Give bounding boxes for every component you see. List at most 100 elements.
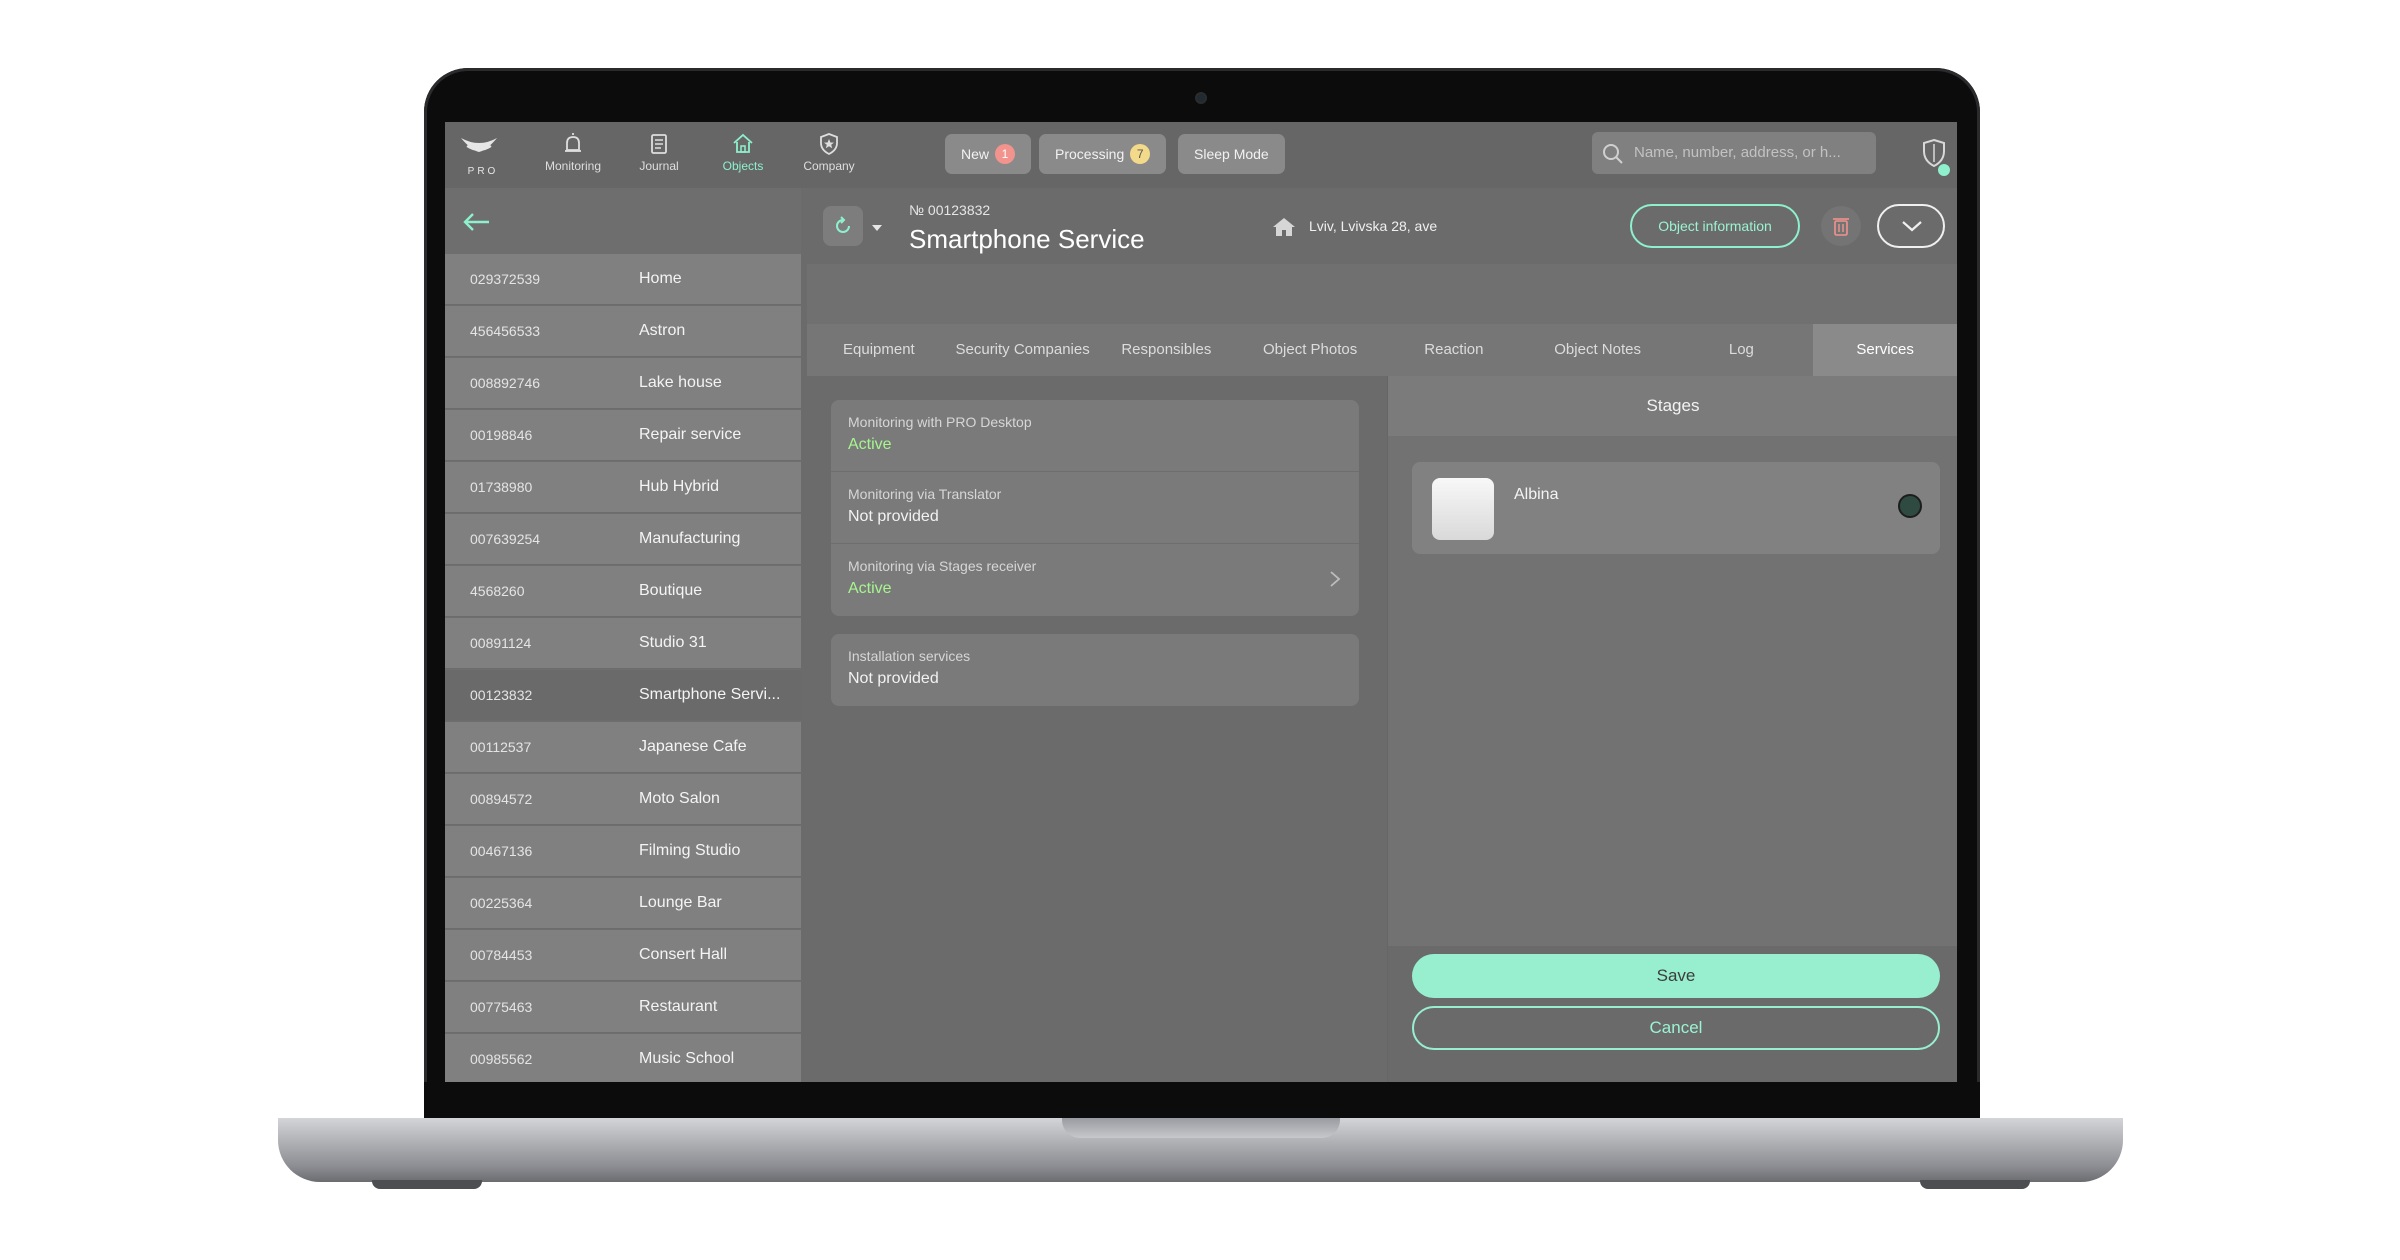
object-number: 00123832 [470, 687, 533, 703]
object-name: Repair service [639, 426, 742, 443]
tab-services[interactable]: Services [1813, 324, 1957, 376]
header-spacer [807, 264, 1957, 324]
object-number: 00894572 [470, 791, 533, 807]
installation-services-card[interactable]: Installation services Not provided [831, 634, 1359, 706]
object-title: Smartphone Service [909, 224, 1145, 254]
house-icon [1273, 218, 1295, 236]
tab-responsibles[interactable]: Responsibles [1095, 324, 1239, 376]
back-arrow-icon[interactable] [461, 210, 491, 234]
object-list-item[interactable]: 00894572 Moto Salon [445, 774, 801, 825]
installation-services-value: Not provided [848, 670, 939, 687]
service-status: Not provided [848, 508, 939, 525]
service-status: Active [848, 580, 892, 597]
object-number: 00985562 [470, 1051, 533, 1067]
bell-icon [565, 133, 581, 152]
object-name: Lounge Bar [639, 894, 722, 911]
tab-reaction[interactable]: Reaction [1382, 324, 1526, 376]
caret-down-icon[interactable] [871, 224, 883, 232]
object-list-item[interactable]: 00784453 Consert Hall [445, 930, 801, 981]
object-number: 00467136 [470, 843, 533, 859]
search-input[interactable]: Name, number, address, or h... [1634, 144, 1841, 161]
delete-button[interactable] [1821, 206, 1861, 246]
camera-icon [1195, 92, 1207, 104]
object-name: Filming Studio [639, 842, 741, 859]
stages-receiver-device-image [1432, 478, 1494, 540]
object-number: 456456533 [470, 323, 541, 339]
processing-filter-pill[interactable]: Processing 7 [1039, 134, 1167, 174]
object-name: Moto Salon [639, 790, 720, 807]
object-number: 00225364 [470, 895, 533, 911]
monitoring-service-row[interactable]: Monitoring via Translator Not provided [831, 472, 1359, 544]
object-number: 007639254 [470, 531, 541, 547]
object-list-item[interactable]: 00123832 Smartphone Servi... [445, 670, 801, 721]
app-logo[interactable]: PRO [457, 130, 501, 180]
object-number: № 00123832 [909, 202, 991, 218]
stage-radio-button[interactable] [1898, 494, 1922, 518]
refresh-button[interactable] [823, 206, 863, 246]
object-list-item[interactable]: 456456533 Astron [445, 306, 801, 357]
sleep-mode-pill[interactable]: Sleep Mode [1178, 134, 1285, 174]
object-tabs: Equipment Security Companies Responsibles O… [807, 324, 1957, 376]
object-number: 029372539 [470, 271, 541, 287]
sidebar-header [445, 188, 801, 254]
object-list-item[interactable]: 00891124 Studio 31 [445, 618, 801, 669]
screen-bezel [424, 1082, 1980, 1118]
object-list-item[interactable]: 01738980 Hub Hybrid [445, 462, 801, 513]
nav-journal[interactable]: Journal [617, 128, 701, 184]
tab-object-notes[interactable]: Object Notes [1526, 324, 1670, 376]
object-name: Hub Hybrid [639, 478, 720, 495]
chevron-right-icon [1330, 571, 1341, 587]
service-label: Monitoring with PRO Desktop [848, 414, 1032, 430]
tab-log[interactable]: Log [1670, 324, 1814, 376]
new-pill-label: New [961, 146, 990, 162]
nav-monitoring-label: Monitoring [544, 159, 602, 173]
tab-object-photos[interactable]: Object Photos [1238, 324, 1382, 376]
object-name: Japanese Cafe [639, 738, 747, 755]
search-box[interactable]: Name, number, address, or h... [1592, 132, 1876, 174]
connection-status-dot [1938, 164, 1950, 176]
nav-journal-label: Journal [639, 159, 679, 173]
laptop-notch [1062, 1118, 1340, 1138]
service-status: Active [848, 436, 892, 453]
new-filter-pill[interactable]: New 1 [945, 134, 1032, 174]
journal-icon [651, 134, 667, 154]
object-number: 00112537 [470, 739, 532, 755]
object-list-item[interactable]: 00198846 Repair service [445, 410, 801, 461]
object-address: Lviv, Lvivska 28, ave [1309, 218, 1438, 234]
object-list-item[interactable]: 029372539 Home [445, 254, 801, 305]
monitoring-service-row[interactable]: Monitoring with PRO Desktop Active [831, 400, 1359, 472]
service-label: Monitoring via Stages receiver [848, 558, 1037, 574]
laptop-foot-right [1920, 1180, 2030, 1189]
object-list-item[interactable]: 00775463 Restaurant [445, 982, 801, 1033]
object-list-item[interactable]: 4568260 Boutique [445, 566, 801, 617]
tab-equipment[interactable]: Equipment [807, 324, 951, 376]
tab-security-companies[interactable]: Security Companies [951, 324, 1095, 376]
object-name: Studio 31 [639, 634, 707, 651]
search-icon [1603, 144, 1623, 164]
monitoring-service-row[interactable]: Monitoring via Stages receiver Active [831, 544, 1359, 616]
top-nav-bar: PRO Monitoring Journal Objects Company N… [445, 122, 1957, 188]
object-list-item[interactable]: 007639254 Manufacturing [445, 514, 801, 565]
object-information-button[interactable]: Object information [1630, 204, 1800, 248]
nav-monitoring[interactable]: Monitoring [531, 128, 615, 184]
stage-item[interactable]: Albina [1412, 462, 1940, 554]
object-list-item[interactable]: 008892746 Lake house [445, 358, 801, 409]
expand-button[interactable] [1877, 204, 1945, 248]
nav-objects[interactable]: Objects [701, 128, 785, 184]
sleep-pill-label: Sleep Mode [1194, 146, 1269, 162]
object-name: Lake house [639, 374, 722, 391]
cancel-button[interactable]: Cancel [1412, 1006, 1940, 1050]
object-list-item[interactable]: 00985562 Music School [445, 1034, 801, 1082]
object-name: Restaurant [639, 998, 718, 1015]
object-list-item[interactable]: 00467136 Filming Studio [445, 826, 801, 877]
save-button[interactable]: Save [1412, 954, 1940, 998]
installation-services-row[interactable]: Installation services Not provided [831, 634, 1359, 706]
nav-company[interactable]: Company [787, 128, 871, 184]
processing-count-badge: 7 [1130, 144, 1151, 164]
object-list-item[interactable]: 00225364 Lounge Bar [445, 878, 801, 929]
object-list-item[interactable]: 00112537 Japanese Cafe [445, 722, 801, 773]
laptop-foot-left [372, 1180, 482, 1189]
chevron-down-icon [1902, 221, 1922, 232]
shield-star-icon [820, 133, 838, 156]
installation-services-label: Installation services [848, 648, 971, 664]
